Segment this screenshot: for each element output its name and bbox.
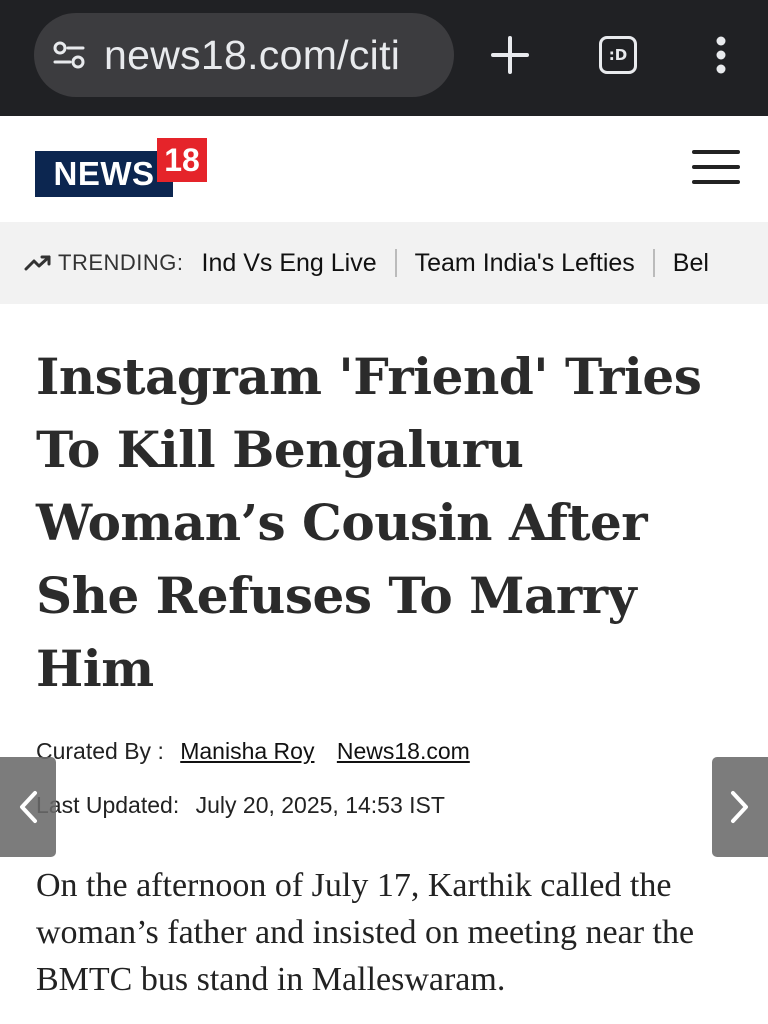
last-updated: Last Updated: July 20, 2025, 14:53 IST [36,792,445,819]
byline: Curated By : Manisha Roy News18.com [36,738,470,765]
address-bar[interactable]: news18.com/citi [34,13,454,97]
more-vert-icon [716,36,726,74]
hamburger-menu-icon[interactable] [692,150,740,188]
logo-18-badge: 18 [157,138,207,182]
divider [652,249,655,277]
site-header: NEWS 18 [0,116,768,222]
news18-logo[interactable]: NEWS 18 [35,138,207,200]
divider [394,249,397,277]
trending-label: TRENDING: [58,250,184,275]
new-tab-button[interactable] [480,25,540,85]
browser-toolbar: news18.com/citi :D [0,0,768,116]
chevron-left-icon [20,791,37,823]
source-link[interactable]: News18.com [337,738,470,764]
site-settings-icon[interactable] [34,13,104,97]
trending-link[interactable]: Ind Vs Eng Live [202,249,377,278]
browser-menu-button[interactable] [696,25,746,85]
updated-label: Last Updated: [36,792,180,818]
chevron-right-icon [731,791,748,823]
tab-switcher-button[interactable]: :D [588,25,648,85]
next-article-button[interactable] [712,757,768,857]
logo-news-text: NEWS [35,151,173,197]
author-link[interactable]: Manisha Roy [180,738,314,764]
tabs-icon: :D [599,36,637,74]
updated-timestamp: July 20, 2025, 14:53 IST [195,792,445,818]
trending-up-icon [24,253,52,273]
trending-link[interactable]: Team India's Lefties [415,249,635,278]
url-text: news18.com/citi [104,31,401,78]
trending-link[interactable]: Bel [673,249,709,278]
previous-article-button[interactable] [0,757,56,857]
article-headline: Instagram 'Friend' Tries To Kill Bengalu… [36,347,702,698]
article-body: On the afternoon of July 17, Karthik cal… [36,867,695,998]
plus-icon [491,36,529,74]
trending-bar: TRENDING: Ind Vs Eng Live Team India's L… [0,222,768,304]
